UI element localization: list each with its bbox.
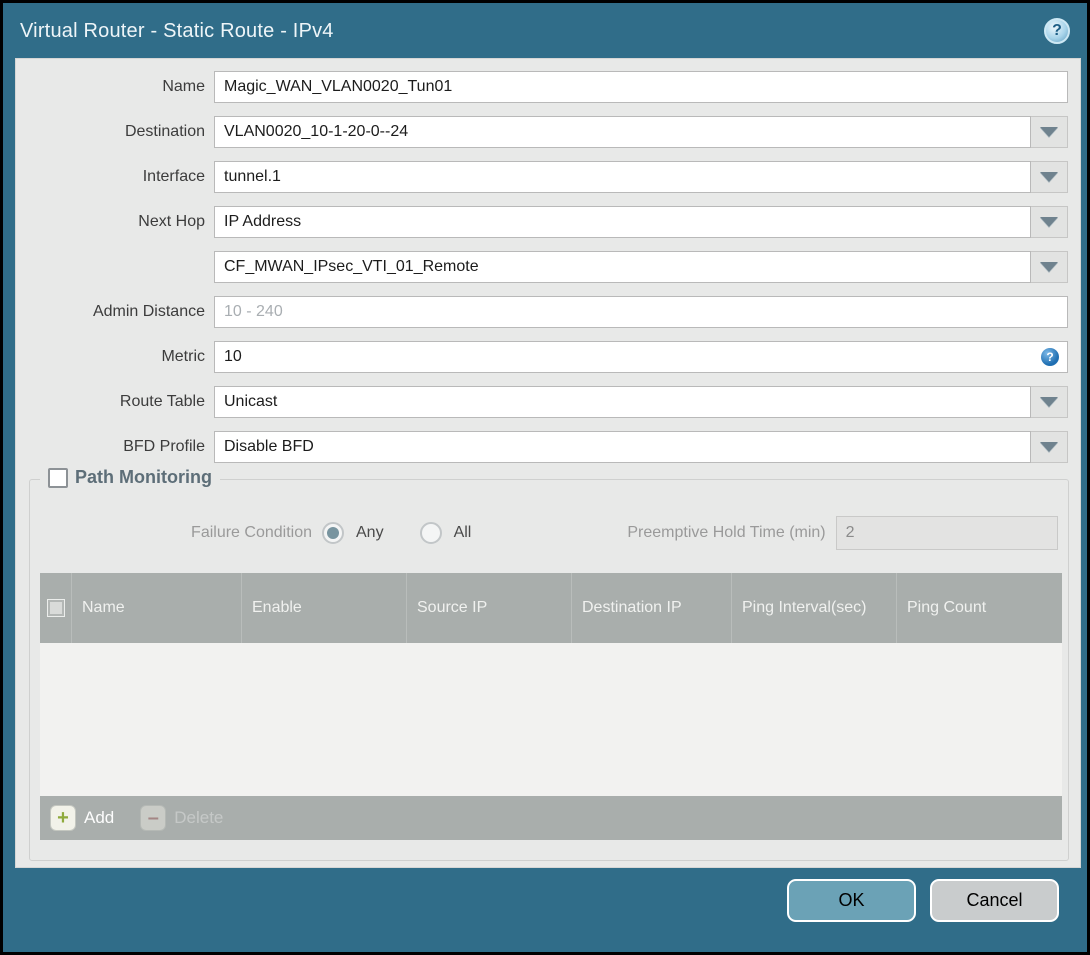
column-header-destination-ip[interactable]: Destination IP bbox=[572, 573, 732, 643]
form-row-next-hop: Next Hop bbox=[16, 206, 1068, 238]
route-table-input[interactable] bbox=[214, 386, 1031, 418]
path-monitoring-group: Path Monitoring Failure Condition Any Al… bbox=[29, 467, 1069, 861]
admin-distance-input[interactable] bbox=[214, 296, 1068, 328]
info-icon[interactable]: ? bbox=[1041, 348, 1059, 366]
form-row-interface: Interface bbox=[16, 161, 1068, 193]
interface-dropdown-button[interactable] bbox=[1031, 161, 1068, 193]
chevron-down-icon bbox=[1040, 172, 1058, 182]
chevron-down-icon bbox=[1040, 442, 1058, 452]
metric-label: Metric bbox=[161, 348, 205, 365]
select-all-checkbox[interactable] bbox=[46, 599, 65, 617]
form-row-route-table: Route Table bbox=[16, 386, 1068, 418]
column-header-source-ip[interactable]: Source IP bbox=[407, 573, 572, 643]
next-hop-address-dropdown-button[interactable] bbox=[1031, 251, 1068, 283]
delete-button[interactable]: – Delete bbox=[140, 805, 223, 831]
table-toolbar: + Add – Delete bbox=[40, 796, 1062, 840]
path-monitoring-table: Name Enable Source IP Destination IP Pin… bbox=[40, 573, 1062, 840]
name-input[interactable] bbox=[214, 71, 1068, 103]
radio-unselected-icon bbox=[419, 522, 442, 544]
column-header-ping-count[interactable]: Ping Count bbox=[897, 573, 1062, 643]
path-monitoring-checkbox[interactable] bbox=[48, 467, 68, 488]
chevron-down-icon bbox=[1040, 397, 1058, 407]
interface-input[interactable] bbox=[214, 161, 1031, 193]
table-header: Name Enable Source IP Destination IP Pin… bbox=[40, 573, 1062, 643]
destination-label: Destination bbox=[124, 123, 205, 140]
metric-input[interactable] bbox=[214, 341, 1068, 373]
failure-condition-all-label: All bbox=[453, 524, 472, 541]
column-header-enable[interactable]: Enable bbox=[242, 573, 407, 643]
failure-condition-all-radio[interactable]: All bbox=[419, 522, 472, 544]
form-row-metric: Metric ? bbox=[16, 341, 1068, 373]
dialog-titlebar: Virtual Router - Static Route - IPv4 ? bbox=[6, 6, 1084, 56]
form-row-destination: Destination bbox=[16, 116, 1068, 148]
admin-distance-label: Admin Distance bbox=[92, 303, 205, 320]
form-row-name: Name bbox=[16, 71, 1068, 103]
column-header-name[interactable]: Name bbox=[72, 573, 242, 643]
minus-icon: – bbox=[140, 805, 167, 831]
failure-condition-any-radio[interactable]: Any bbox=[322, 522, 384, 544]
table-body-empty bbox=[40, 643, 1062, 796]
route-table-dropdown-button[interactable] bbox=[1031, 386, 1068, 418]
delete-button-label: Delete bbox=[174, 808, 224, 827]
failure-condition-label: Failure Condition bbox=[191, 524, 312, 541]
form-row-bfd-profile: BFD Profile bbox=[16, 431, 1068, 463]
interface-label: Interface bbox=[142, 168, 205, 185]
header-select-all-cell bbox=[40, 573, 72, 643]
add-button-label: Add bbox=[84, 808, 115, 827]
chevron-down-icon bbox=[1040, 262, 1058, 272]
next-hop-type-input[interactable] bbox=[214, 206, 1031, 238]
bfd-profile-input[interactable] bbox=[214, 431, 1031, 463]
destination-input[interactable] bbox=[214, 116, 1031, 148]
cancel-button[interactable]: Cancel bbox=[930, 879, 1059, 922]
radio-selected-icon bbox=[322, 522, 344, 544]
route-table-label: Route Table bbox=[119, 393, 205, 410]
next-hop-address-input[interactable] bbox=[214, 251, 1031, 283]
next-hop-label: Next Hop bbox=[138, 213, 205, 230]
dialog-frame: Virtual Router - Static Route - IPv4 ? N… bbox=[0, 0, 1090, 955]
dialog-body: Name Destination Interface bbox=[15, 58, 1081, 868]
path-monitoring-title: Path Monitoring bbox=[75, 467, 212, 487]
form-row-next-hop-value bbox=[16, 251, 1068, 283]
dialog-title: Virtual Router - Static Route - IPv4 bbox=[20, 19, 334, 42]
path-monitoring-legend: Path Monitoring bbox=[40, 467, 220, 488]
destination-dropdown-button[interactable] bbox=[1031, 116, 1068, 148]
chevron-down-icon bbox=[1040, 127, 1058, 137]
ok-button[interactable]: OK bbox=[787, 879, 916, 922]
preemptive-hold-time-label: Preemptive Hold Time (min) bbox=[627, 524, 826, 541]
failure-condition-any-label: Any bbox=[356, 524, 384, 541]
chevron-down-icon bbox=[1040, 217, 1058, 227]
next-hop-type-dropdown-button[interactable] bbox=[1031, 206, 1068, 238]
plus-icon: + bbox=[50, 805, 76, 831]
failure-condition-row: Failure Condition Any All Preemptive Hol… bbox=[30, 516, 1068, 550]
help-icon[interactable]: ? bbox=[1044, 18, 1070, 44]
bfd-profile-dropdown-button[interactable] bbox=[1031, 431, 1068, 463]
form-row-admin-distance: Admin Distance bbox=[16, 296, 1068, 328]
add-button[interactable]: + Add bbox=[50, 805, 114, 831]
preemptive-hold-time-input[interactable] bbox=[835, 516, 1058, 550]
bfd-profile-label: BFD Profile bbox=[123, 438, 205, 455]
dialog-footer: OK Cancel bbox=[3, 862, 1087, 949]
name-label: Name bbox=[162, 78, 205, 95]
column-header-ping-interval[interactable]: Ping Interval(sec) bbox=[732, 573, 897, 643]
